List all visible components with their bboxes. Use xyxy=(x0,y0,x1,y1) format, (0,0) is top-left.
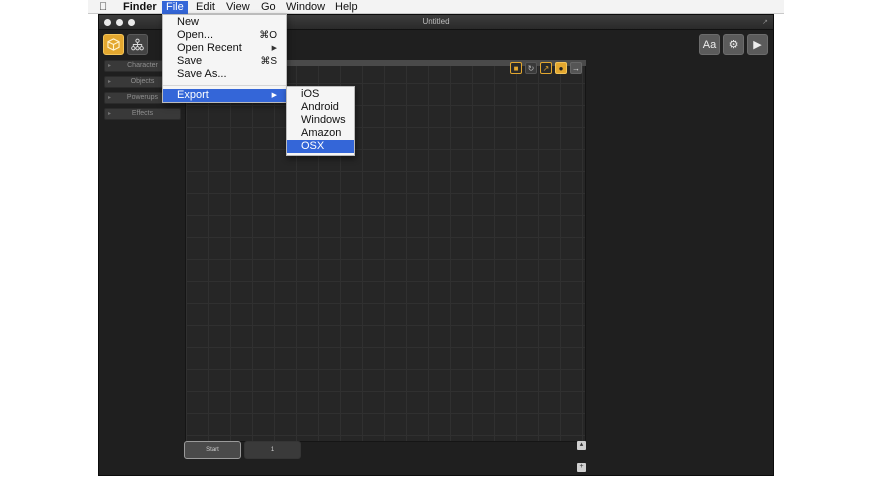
export-osx[interactable]: OSX xyxy=(287,140,354,153)
menu-item-save-as[interactable]: Save As... xyxy=(163,68,286,81)
settings-button[interactable]: ⚙ xyxy=(723,34,744,55)
disclosure-arrow-icon: ▸ xyxy=(108,63,112,69)
menu-item-shortcut: ⌘O xyxy=(259,30,277,41)
cube-icon xyxy=(107,38,120,51)
disclosure-arrow-icon: ▸ xyxy=(108,111,112,117)
submenu-arrow-icon: ▶ xyxy=(271,45,277,52)
menu-window[interactable]: Window xyxy=(282,1,329,14)
screen:  Finder File Edit View Go Window Help U… xyxy=(0,0,870,490)
menu-file[interactable]: File xyxy=(162,1,188,14)
scroll-up-icon[interactable]: ▴ xyxy=(577,441,586,450)
level-start-button[interactable]: Start xyxy=(184,441,241,459)
menu-item-label: OSX xyxy=(301,140,325,152)
sidebar-item-effects[interactable]: ▸ Effects xyxy=(104,108,181,120)
disclosure-arrow-icon: ▸ xyxy=(108,95,112,101)
menu-item-label: Save xyxy=(177,55,203,67)
export-windows[interactable]: Windows xyxy=(287,114,354,127)
lock-icon[interactable]: ■ xyxy=(510,62,522,74)
export-ios[interactable]: iOS xyxy=(287,88,354,101)
sidebar-item-label: Character xyxy=(127,62,158,69)
menu-edit[interactable]: Edit xyxy=(192,1,219,14)
menu-item-export[interactable]: Export ▶ xyxy=(163,89,286,102)
file-menu: New Open... ⌘O Open Recent ▶ Save ⌘S Sav… xyxy=(162,14,287,103)
menu-item-label: New xyxy=(177,16,200,28)
sprite-icon[interactable]: ● xyxy=(555,62,567,74)
menu-item-label: Android xyxy=(301,101,339,113)
sidebar-item-label: Powerups xyxy=(126,94,159,101)
menu-item-save[interactable]: Save ⌘S xyxy=(163,55,286,68)
apple-logo-icon[interactable]:  xyxy=(99,1,107,13)
menu-item-label: Windows xyxy=(301,114,346,126)
export-submenu: iOS Android Windows Amazon OSX xyxy=(286,86,355,156)
hierarchy-tool-button[interactable] xyxy=(127,34,148,55)
menu-item-open[interactable]: Open... ⌘O xyxy=(163,29,286,42)
export-android[interactable]: Android xyxy=(287,101,354,114)
export-amazon[interactable]: Amazon xyxy=(287,127,354,140)
add-level-icon[interactable]: + xyxy=(577,463,586,472)
menu-go[interactable]: Go xyxy=(257,1,280,14)
play-button[interactable]: ▶ xyxy=(747,34,768,55)
play-icon: ▶ xyxy=(753,39,762,51)
menu-item-new[interactable]: New xyxy=(163,16,286,29)
menu-item-label: iOS xyxy=(301,88,320,100)
menu-item-shortcut: ⌘S xyxy=(260,56,277,67)
menu-item-label: Amazon xyxy=(301,127,342,139)
objects-tool-button[interactable] xyxy=(103,34,124,55)
sidebar-item-label: Objects xyxy=(130,78,155,85)
fullscreen-icon[interactable]: ↗ xyxy=(762,18,768,26)
font-button[interactable]: Aa xyxy=(699,34,720,55)
move-right-icon[interactable]: → xyxy=(570,62,582,74)
rotate-icon[interactable]: ↻ xyxy=(525,62,537,74)
menu-item-open-recent[interactable]: Open Recent ▶ xyxy=(163,42,286,55)
menu-item-label: Export xyxy=(177,89,209,101)
level-canvas[interactable] xyxy=(185,60,586,442)
menu-item-label: Open Recent xyxy=(177,42,242,54)
menu-item-label: Open... xyxy=(177,29,214,41)
menu-item-label: Save As... xyxy=(177,68,227,80)
menu-separator xyxy=(163,85,286,86)
gear-icon: ⚙ xyxy=(728,39,739,51)
level-1-button[interactable]: 1 xyxy=(244,441,301,459)
menu-bar:  Finder File Edit View Go Window Help xyxy=(88,0,784,14)
resize-icon[interactable]: ↗ xyxy=(540,62,552,74)
menu-help[interactable]: Help xyxy=(331,1,362,14)
submenu-arrow-icon: ▶ xyxy=(271,92,277,99)
sidebar-item-label: Effects xyxy=(131,110,154,117)
disclosure-arrow-icon: ▸ xyxy=(108,79,112,85)
menu-view[interactable]: View xyxy=(222,1,254,14)
hierarchy-icon xyxy=(131,38,144,51)
menu-app-name[interactable]: Finder xyxy=(119,1,161,14)
